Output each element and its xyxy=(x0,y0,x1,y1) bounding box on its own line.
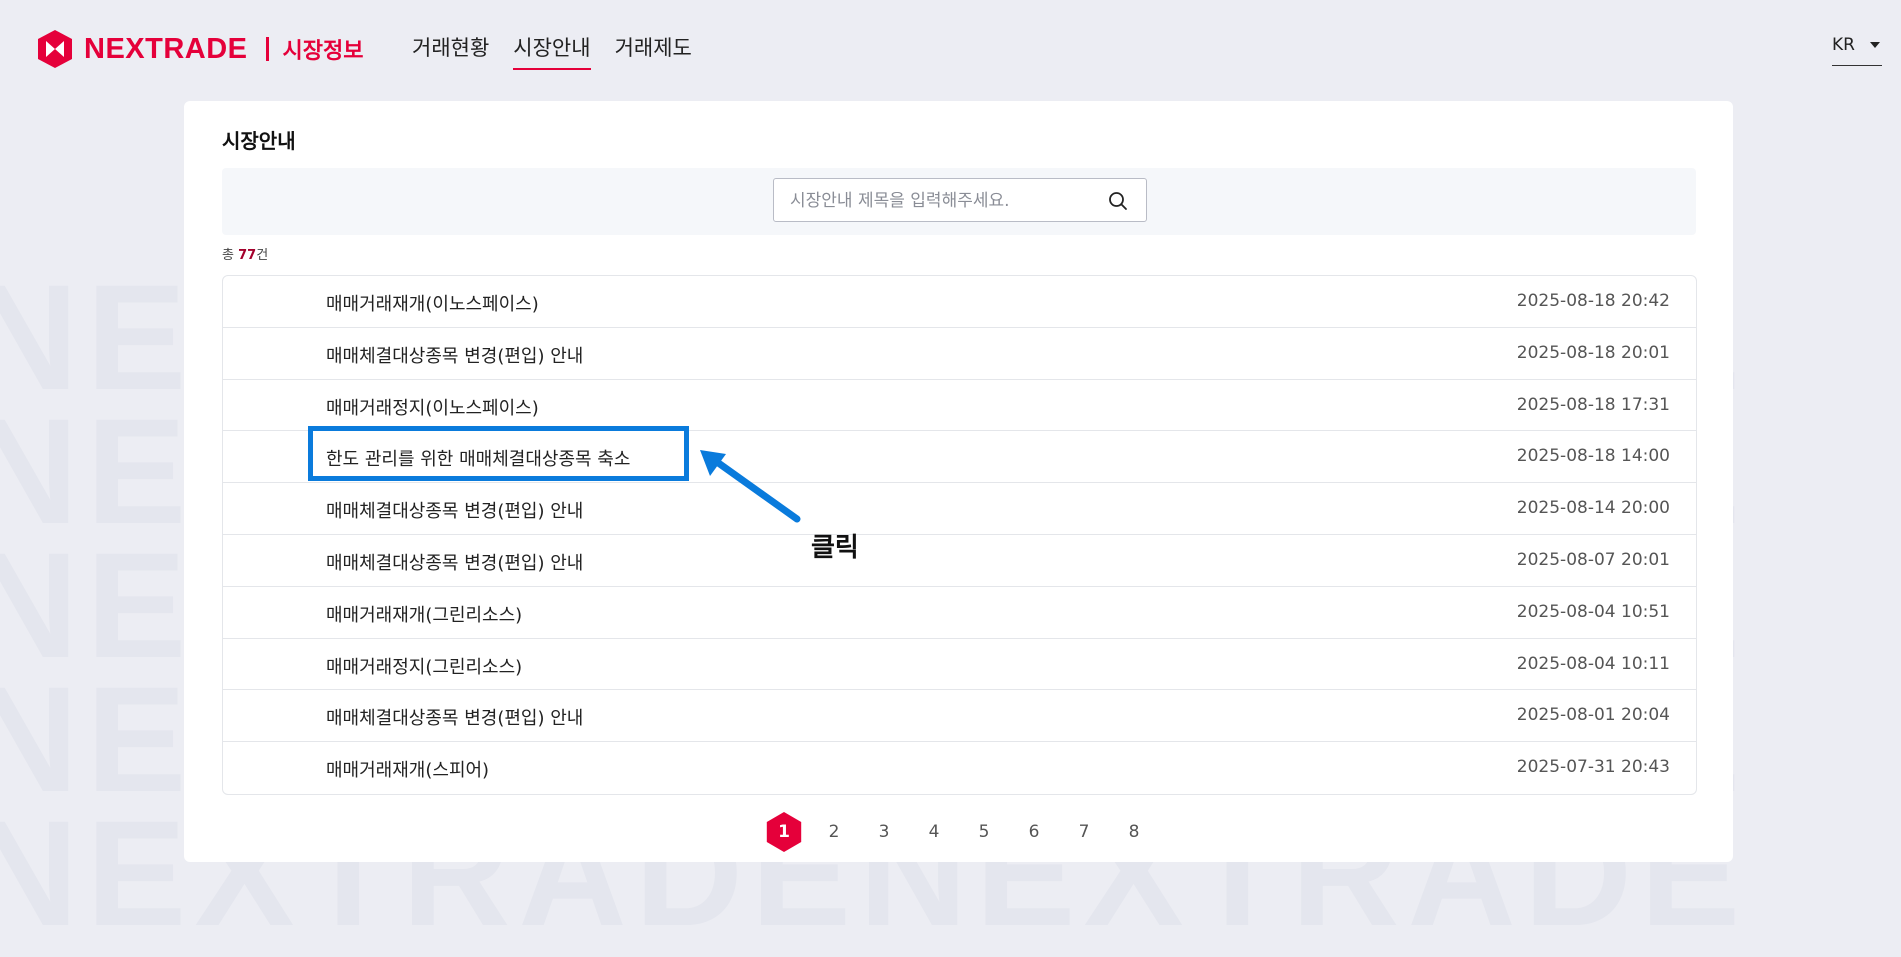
logo-text: NEXTRADE xyxy=(84,32,248,65)
notice-title[interactable]: 매매거래재개(스피어) xyxy=(326,756,489,782)
notice-date: 2025-08-07 20:01 xyxy=(1516,549,1670,570)
notice-row[interactable]: 한도 관리를 위한 매매체결대상종목 축소 2025-08-18 14:00 xyxy=(223,431,1696,484)
search-icon[interactable] xyxy=(1108,191,1128,211)
notice-list: 매매거래재개(이노스페이스) 2025-08-18 20:42 매매체결대상종목… xyxy=(222,275,1697,795)
total-number: 77 xyxy=(238,248,257,263)
nav-trading-system[interactable]: 거래제도 xyxy=(615,32,692,70)
notice-date: 2025-08-14 20:00 xyxy=(1516,498,1670,519)
notice-row[interactable]: 매매체결대상종목 변경(편입) 안내 2025-08-14 20:00 xyxy=(223,483,1696,535)
notice-date: 2025-08-04 10:51 xyxy=(1516,601,1670,622)
logo-divider xyxy=(265,37,269,61)
total-suffix: 건 xyxy=(256,248,269,263)
notice-title[interactable]: 매매체결대상종목 변경(편입) 안내 xyxy=(326,342,583,368)
nextrade-logo-icon xyxy=(38,30,72,68)
notice-date: 2025-08-18 17:31 xyxy=(1516,394,1670,415)
total-prefix: 총 xyxy=(222,248,234,263)
nav-trading-status[interactable]: 거래현황 xyxy=(412,32,489,70)
notice-date: 2025-08-18 14:00 xyxy=(1516,446,1670,467)
main-nav: 거래현황 시장안내 거래제도 xyxy=(412,32,692,70)
page-button-6[interactable]: 6 xyxy=(1014,812,1054,852)
notice-row[interactable]: 매매거래재개(그린리소스) 2025-08-04 10:51 xyxy=(223,587,1696,639)
nav-market-notice[interactable]: 시장안내 xyxy=(513,32,591,70)
notice-title[interactable]: 매매체결대상종목 변경(편입) 안내 xyxy=(326,704,583,730)
page-button-5[interactable]: 5 xyxy=(964,812,1004,852)
page-button-4[interactable]: 4 xyxy=(914,812,954,852)
search-area xyxy=(222,168,1696,235)
notice-date: 2025-08-18 20:01 xyxy=(1516,342,1670,363)
notice-row[interactable]: 매매거래재개(스피어) 2025-07-31 20:43 xyxy=(223,742,1696,794)
logo-subtitle: 시장정보 xyxy=(282,39,364,64)
notice-title[interactable]: 매매거래정지(그린리소스) xyxy=(326,653,522,679)
language-select[interactable]: KR xyxy=(1832,35,1882,66)
notice-title[interactable]: 매매거래정지(이노스페이스) xyxy=(326,394,539,420)
page-button-1[interactable]: 1 xyxy=(766,812,802,852)
notice-title[interactable]: 매매거래재개(그린리소스) xyxy=(326,601,522,627)
language-value: KR xyxy=(1832,35,1855,55)
nextrade-logo[interactable]: NEXTRADE 시장정보 xyxy=(36,29,363,69)
notice-row[interactable]: 매매거래재개(이노스페이스) 2025-08-18 20:42 xyxy=(223,276,1696,328)
notice-date: 2025-07-31 20:43 xyxy=(1516,757,1670,778)
notice-row[interactable]: 매매거래정지(그린리소스) 2025-08-04 10:11 xyxy=(223,639,1696,691)
notice-row[interactable]: 매매거래정지(이노스페이스) 2025-08-18 17:31 xyxy=(223,380,1696,432)
total-count: 총 77건 xyxy=(222,244,268,263)
search-box xyxy=(773,178,1147,223)
page-button-7[interactable]: 7 xyxy=(1064,812,1104,852)
click-annotation-label: 클릭 xyxy=(811,533,859,563)
notice-row[interactable]: 매매체결대상종목 변경(편입) 안내 2025-08-07 20:01 xyxy=(223,535,1696,587)
page-button-2[interactable]: 2 xyxy=(814,812,854,852)
notice-date: 2025-08-04 10:11 xyxy=(1516,653,1670,674)
notice-row[interactable]: 매매체결대상종목 변경(편입) 안내 2025-08-01 20:04 xyxy=(223,690,1696,743)
notice-title[interactable]: 매매거래재개(이노스페이스) xyxy=(326,290,539,316)
notice-title[interactable]: 매매체결대상종목 변경(편입) 안내 xyxy=(326,497,583,523)
page-button-8[interactable]: 8 xyxy=(1114,812,1154,852)
notice-row[interactable]: 매매체결대상종목 변경(편입) 안내 2025-08-18 20:01 xyxy=(223,328,1696,380)
page-title: 시장안내 xyxy=(222,129,296,153)
notice-date: 2025-08-01 20:04 xyxy=(1516,705,1670,726)
site-header: NEXTRADE 시장정보 거래현황 시장안내 거래제도 KR xyxy=(0,0,1901,96)
notice-title[interactable]: 한도 관리를 위한 매매체결대상종목 축소 xyxy=(326,445,630,471)
search-input[interactable] xyxy=(788,179,1092,223)
pagination: 1 2 3 4 5 6 7 8 xyxy=(764,812,1164,852)
page-button-3[interactable]: 3 xyxy=(864,812,904,852)
notice-title[interactable]: 매매체결대상종목 변경(편입) 안내 xyxy=(326,549,583,575)
notice-date: 2025-08-18 20:42 xyxy=(1516,291,1670,311)
notice-card: 시장안내 총 77건 매매거래재개(이노스페이스) 2025-08-18 20:… xyxy=(184,101,1733,862)
caret-down-icon xyxy=(1870,42,1880,48)
